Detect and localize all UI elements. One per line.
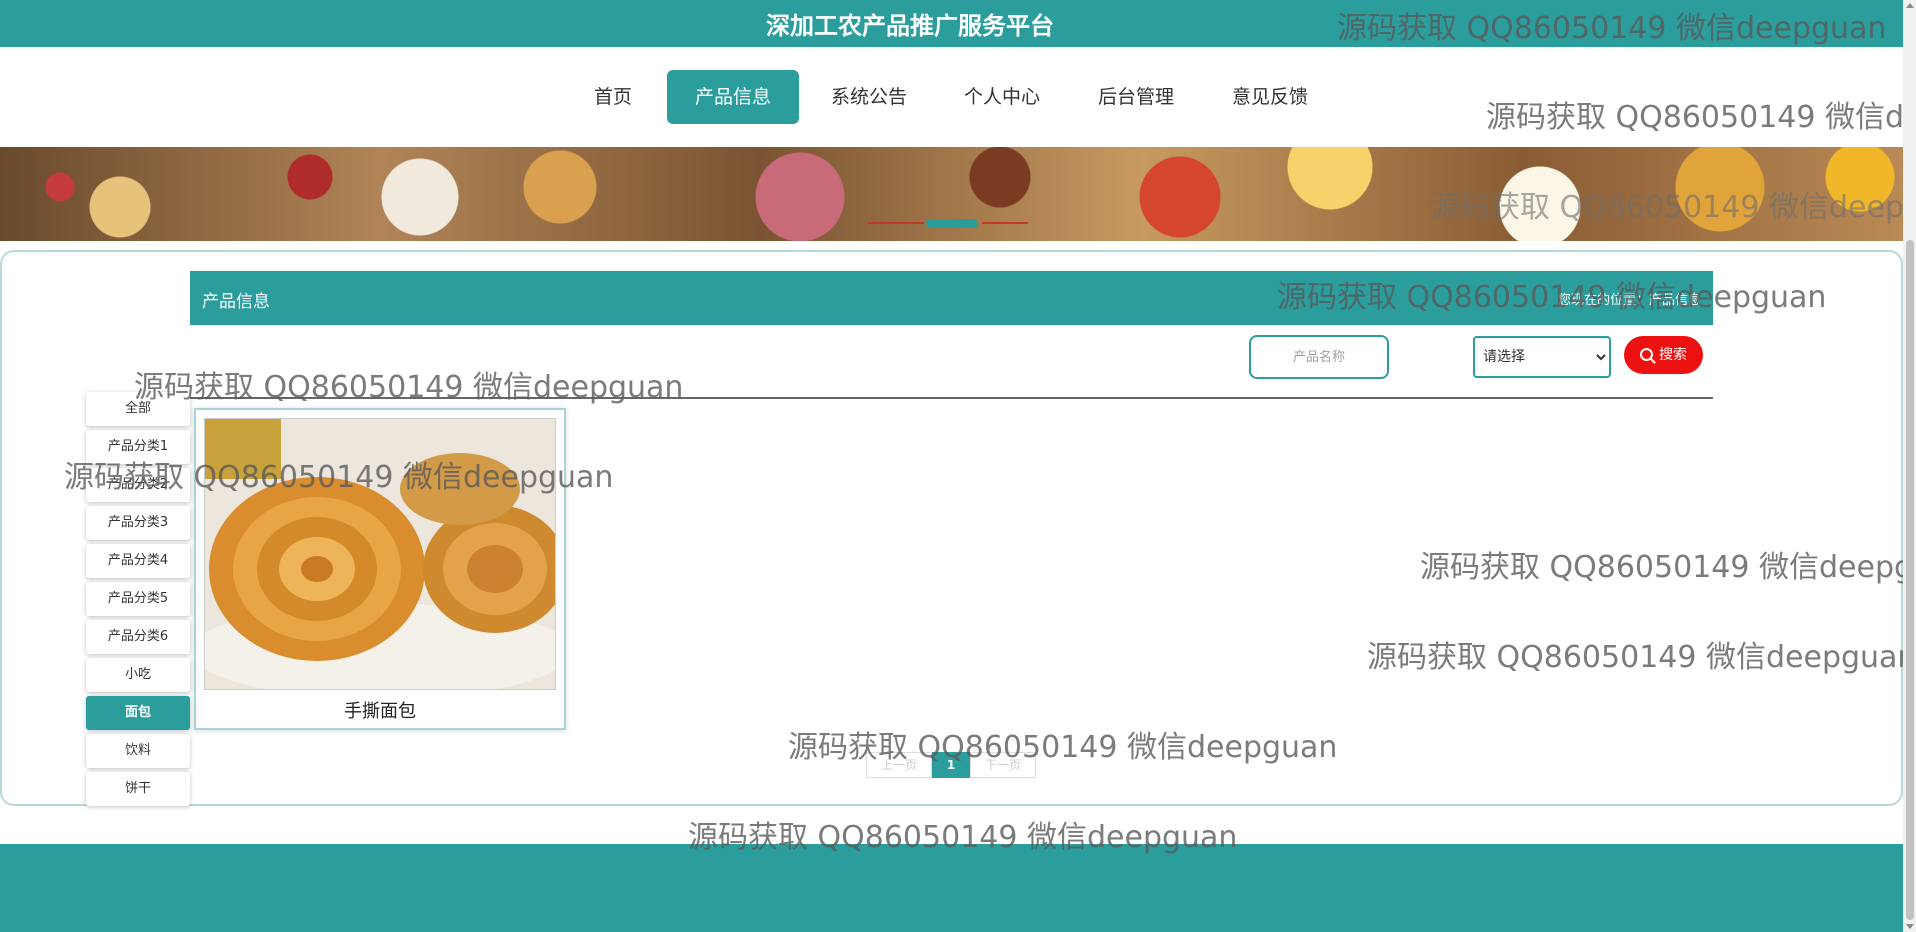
divider	[190, 397, 1713, 399]
search-button[interactable]: 搜索	[1624, 336, 1703, 374]
search-button-label: 搜索	[1659, 347, 1687, 363]
product-name-search-input[interactable]	[1249, 335, 1389, 379]
category-item-4[interactable]: 产品分类4	[86, 544, 190, 578]
category-side-menu: 全部 产品分类1 产品分类2 产品分类3 产品分类4 产品分类5 产品分类6 小…	[86, 392, 190, 810]
section-title: 产品信息	[202, 292, 270, 312]
main-nav: 首页 产品信息 系统公告 个人中心 后台管理 意见反馈	[0, 47, 1903, 147]
footer	[0, 844, 1903, 932]
bread-photo-icon	[205, 419, 555, 689]
breadcrumb: 您现在的位置：产品信息	[1557, 293, 1701, 308]
carousel-dot[interactable]	[868, 222, 924, 224]
category-item-bread[interactable]: 面包	[86, 696, 190, 730]
nav-item-home[interactable]: 首页	[577, 70, 649, 124]
nav-item-announcements[interactable]: 系统公告	[817, 70, 921, 124]
category-item-2[interactable]: 产品分类2	[86, 468, 190, 502]
category-item-5[interactable]: 产品分类5	[86, 582, 190, 616]
nav-item-admin[interactable]: 后台管理	[1084, 70, 1188, 124]
category-item-6[interactable]: 产品分类6	[86, 620, 190, 654]
product-card[interactable]: 手撕面包	[194, 408, 566, 730]
carousel-dot-active[interactable]	[926, 219, 978, 228]
category-item-snacks[interactable]: 小吃	[86, 658, 190, 692]
scroll-up-icon[interactable]	[1906, 3, 1914, 8]
nav-item-products[interactable]: 产品信息	[667, 70, 799, 124]
category-select[interactable]: 请选择	[1473, 336, 1611, 378]
current-page-button[interactable]: 1	[932, 752, 970, 778]
category-item-1[interactable]: 产品分类1	[86, 430, 190, 464]
product-image[interactable]	[204, 418, 556, 690]
nav-item-personal-center[interactable]: 个人中心	[950, 70, 1054, 124]
nav-item-feedback[interactable]: 意见反馈	[1218, 70, 1322, 124]
banner-carousel[interactable]	[0, 147, 1903, 241]
carousel-dot[interactable]	[982, 222, 1028, 224]
page-scrollbar[interactable]	[1903, 0, 1916, 932]
next-page-button[interactable]: 下一页	[970, 752, 1036, 778]
category-item-3[interactable]: 产品分类3	[86, 506, 190, 540]
category-item-all[interactable]: 全部	[86, 392, 190, 426]
top-title-bar: 深加工农产品推广服务平台	[0, 0, 1903, 47]
prev-page-button[interactable]: 上一页	[866, 752, 932, 778]
category-item-drinks[interactable]: 饮料	[86, 734, 190, 768]
scroll-down-icon[interactable]	[1906, 924, 1914, 929]
section-header: 产品信息 您现在的位置：产品信息	[190, 271, 1713, 325]
scrollbar-thumb[interactable]	[1906, 240, 1914, 920]
category-item-biscuits[interactable]: 饼干	[86, 772, 190, 806]
search-icon	[1640, 348, 1653, 361]
product-name: 手撕面包	[344, 701, 416, 722]
carousel-indicators	[868, 219, 1028, 228]
site-title: 深加工农产品推广服务平台	[766, 12, 1054, 40]
